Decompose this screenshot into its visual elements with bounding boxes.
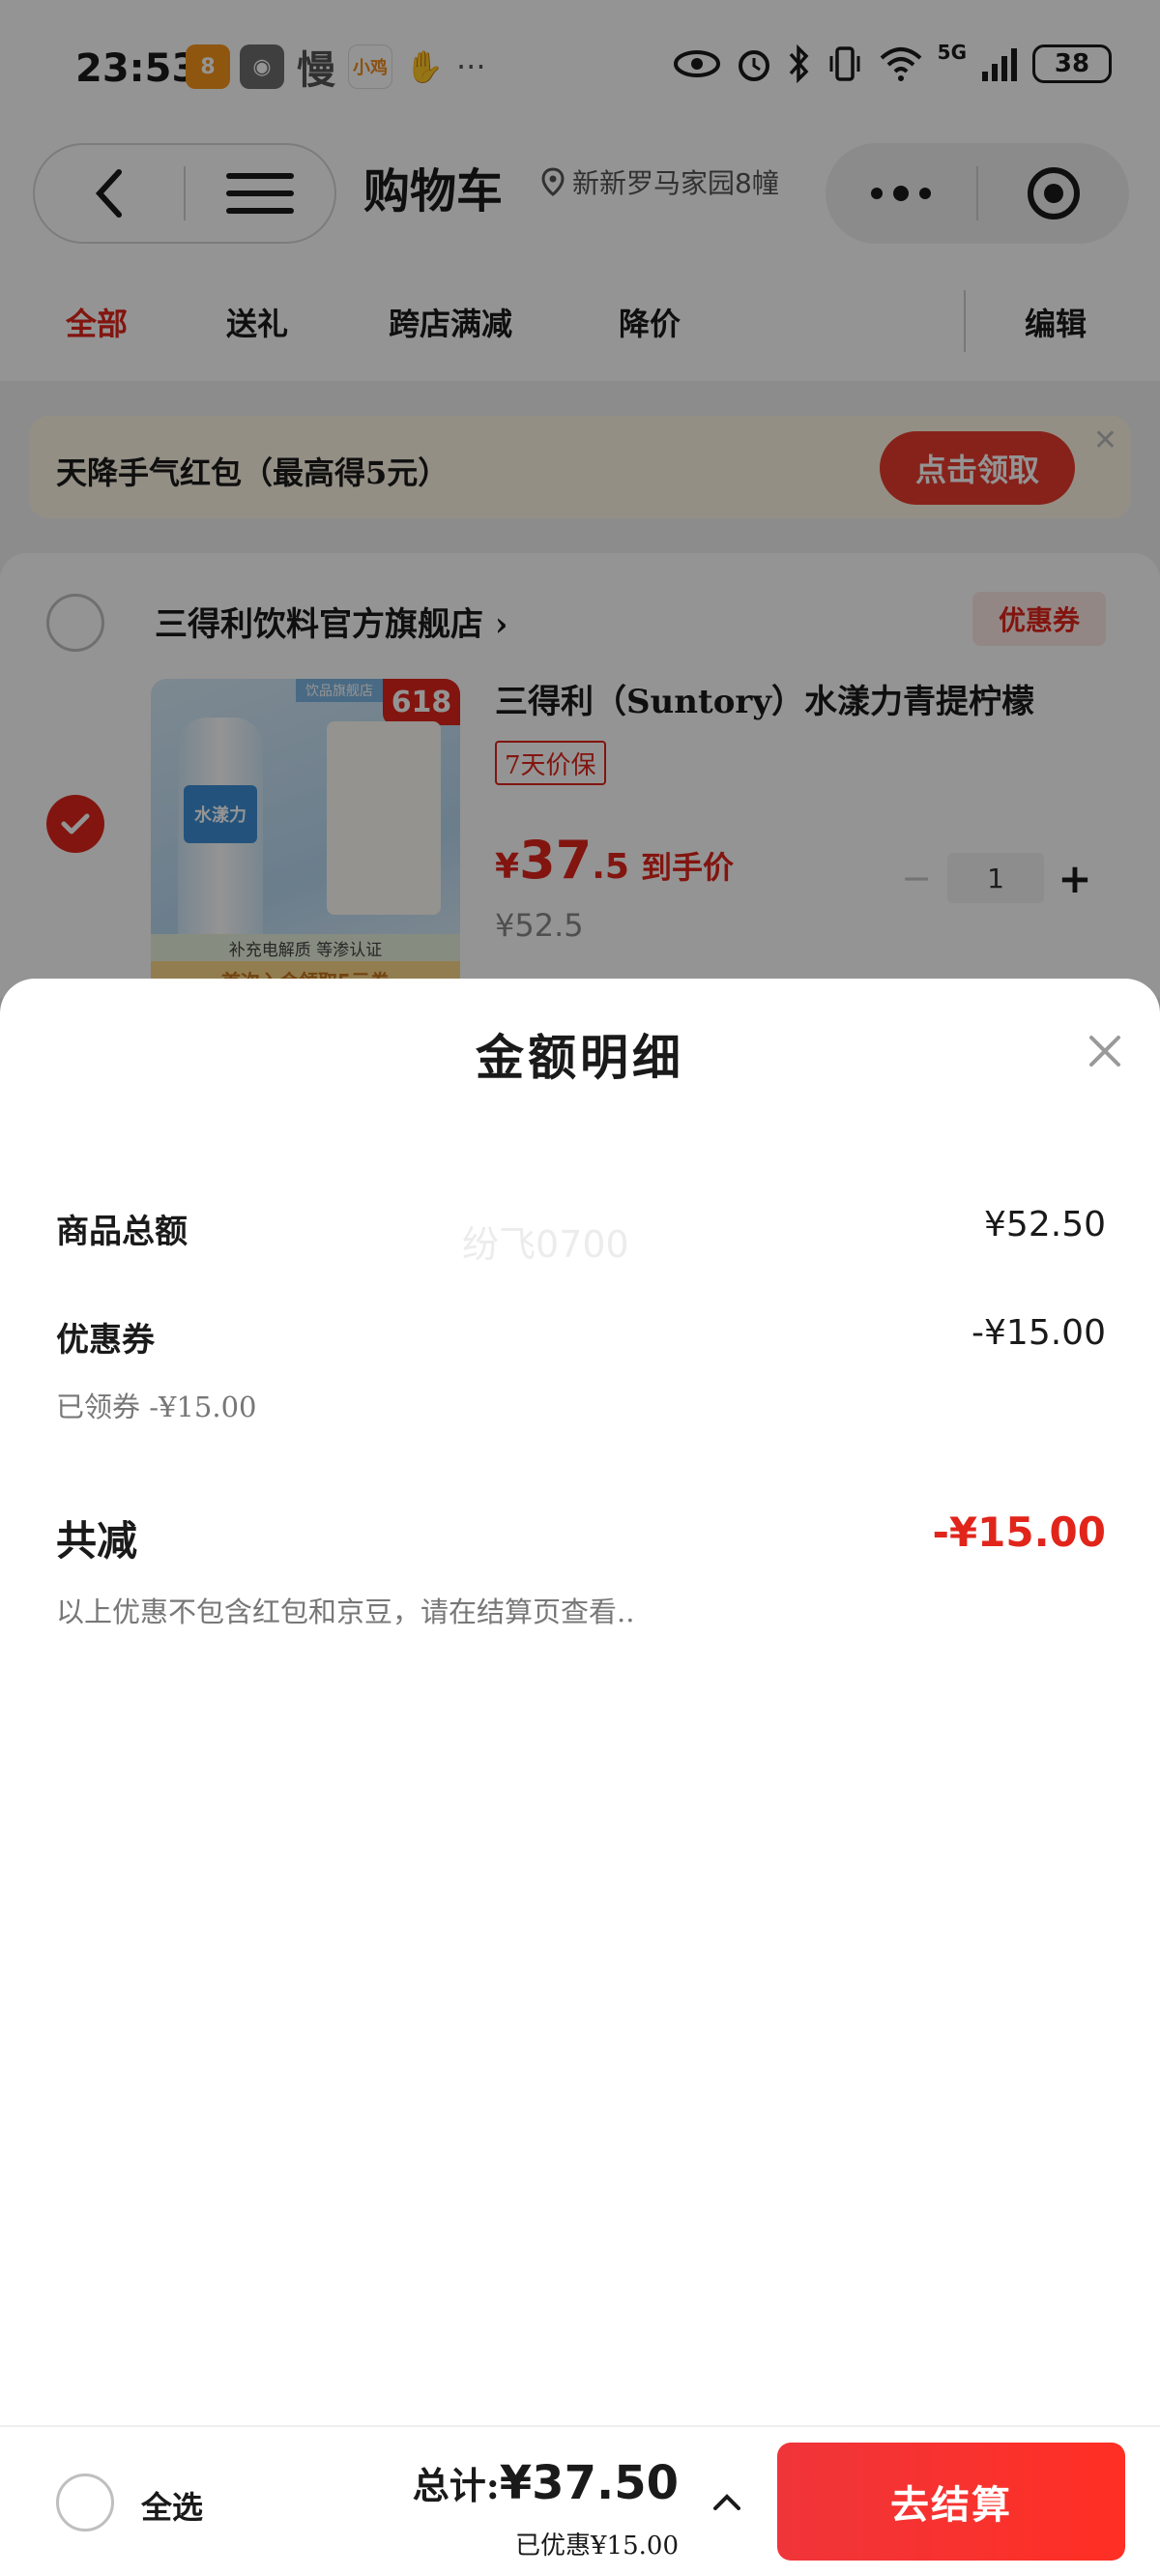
saved-amount: 已优惠¥15.00	[515, 2532, 679, 2561]
goods-total-value: ¥52.50	[984, 1205, 1106, 1244]
toggle-details-button[interactable]	[706, 2481, 748, 2524]
total-label: 总计:	[412, 2464, 500, 2507]
select-all-checkbox[interactable]	[56, 2474, 114, 2532]
select-all-label[interactable]: 全选	[141, 2483, 203, 2528]
close-sheet-button[interactable]	[1081, 1027, 1129, 1075]
coupon-label: 优惠券	[56, 1321, 155, 1360]
goods-total-label: 商品总额	[56, 1213, 188, 1251]
total-reduce-label: 共减	[56, 1517, 138, 1565]
total-amount: 总计: ¥37.50	[413, 2456, 679, 2510]
chevron-up-icon	[713, 2494, 740, 2510]
discount-note: 以上优惠不包含红包和京豆，请在结算页查看..	[56, 1595, 635, 1628]
total-value: ¥37.50	[499, 2456, 679, 2510]
coupon-value: -¥15.00	[972, 1313, 1106, 1353]
coupon-claimed-detail: 已领券 -¥15.00	[56, 1390, 257, 1423]
sheet-title: 金额明细	[476, 1029, 684, 1086]
amount-details-sheet: 金额明细 纷飞0700 商品总额 ¥52.50 优惠券 -¥15.00 已领券 …	[0, 979, 1160, 2576]
watermark: 纷飞0700	[462, 1223, 629, 1266]
checkout-bar: 全选 总计: ¥37.50 已优惠¥15.00 去结算	[0, 2425, 1160, 2576]
checkout-button[interactable]: 去结算	[777, 2443, 1125, 2561]
total-reduce-value: -¥15.00	[932, 1508, 1106, 1556]
close-icon	[1089, 1036, 1120, 1067]
